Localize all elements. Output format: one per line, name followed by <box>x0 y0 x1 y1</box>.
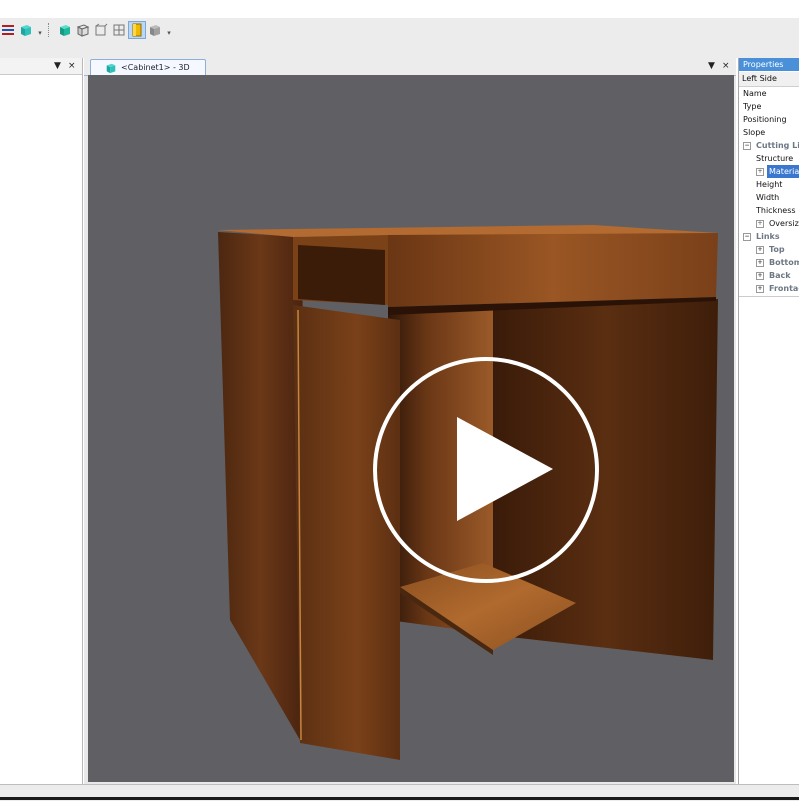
close-icon[interactable]: × <box>68 58 76 74</box>
property-row-structure[interactable]: Structure <box>739 152 799 165</box>
more-icon[interactable]: ▾ <box>36 23 44 37</box>
property-row-material[interactable]: + Materia <box>739 165 799 178</box>
pin-icon[interactable]: ▼ <box>708 59 715 74</box>
property-row-positioning[interactable]: Positioning <box>739 113 799 126</box>
cube-wire-icon[interactable] <box>75 22 91 38</box>
expand-icon[interactable]: + <box>756 220 764 228</box>
properties-object-selector[interactable]: Left Side <box>739 72 799 87</box>
3d-viewport[interactable] <box>88 75 734 782</box>
pin-icon[interactable]: ▼ <box>54 58 61 74</box>
property-row-width[interactable]: Width <box>739 191 799 204</box>
document-tabstrip: <Cabinet1> - 3D ▼ × <box>84 58 736 76</box>
play-video-button[interactable] <box>373 357 599 583</box>
collapse-icon[interactable]: − <box>743 142 751 150</box>
toolbar-buttons: ▾ ▾ <box>0 21 175 39</box>
property-row-thickness[interactable]: Thickness <box>739 204 799 217</box>
left-panel: ▼ × <box>0 58 83 784</box>
expand-icon[interactable]: + <box>756 246 764 254</box>
property-row-link-frontage[interactable]: + Frontag <box>739 282 799 295</box>
property-row-oversizing[interactable]: + Oversizi <box>739 217 799 230</box>
close-icon[interactable]: × <box>722 59 730 74</box>
property-row-slope[interactable]: Slope <box>739 126 799 139</box>
more-icon[interactable]: ▾ <box>165 23 173 37</box>
cube-icon <box>106 63 116 73</box>
front-view-icon[interactable] <box>93 22 109 38</box>
property-row-link-bottom[interactable]: + Bottom <box>739 256 799 269</box>
properties-title: Properties <box>739 58 799 71</box>
play-icon <box>457 417 553 521</box>
tab-cabinet1-3d[interactable]: <Cabinet1> - 3D <box>90 59 206 75</box>
left-panel-header: ▼ × <box>0 58 82 75</box>
tab-label: <Cabinet1> - 3D <box>121 63 190 72</box>
collapse-icon[interactable]: − <box>743 233 751 241</box>
property-row-height[interactable]: Height <box>739 178 799 191</box>
cube-solid-icon[interactable] <box>57 22 73 38</box>
expand-icon[interactable]: + <box>756 259 764 267</box>
expand-icon[interactable]: + <box>756 168 764 176</box>
expand-icon[interactable]: + <box>756 272 764 280</box>
properties-divider <box>739 296 799 297</box>
window-title-bar <box>0 0 799 19</box>
property-row-name[interactable]: Name <box>739 87 799 100</box>
render-icon[interactable] <box>147 22 163 38</box>
property-category-cutting-list[interactable]: − Cutting Lis <box>739 139 799 152</box>
property-category-links[interactable]: − Links <box>739 230 799 243</box>
toolbar-grip[interactable] <box>48 23 55 37</box>
property-row-link-back[interactable]: + Back <box>739 269 799 282</box>
list-icon[interactable] <box>0 22 16 38</box>
material-icon[interactable] <box>128 21 146 39</box>
property-row-type[interactable]: Type <box>739 100 799 113</box>
properties-panel: Properties Left Side Name Type Positioni… <box>738 58 799 784</box>
property-row-link-top[interactable]: + Top <box>739 243 799 256</box>
expand-icon[interactable]: + <box>756 285 764 293</box>
cube-icon[interactable] <box>18 22 34 38</box>
side-view-icon[interactable] <box>111 22 127 38</box>
